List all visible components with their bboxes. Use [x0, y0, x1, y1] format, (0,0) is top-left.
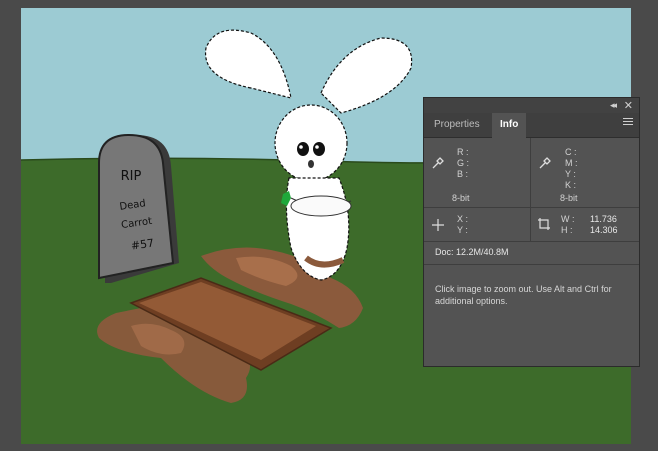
tombstone-line-1: RIP: [121, 169, 142, 184]
h-label: H :: [561, 225, 573, 235]
r-label: R :: [457, 147, 469, 157]
y-coord-label: Y :: [457, 225, 468, 235]
y-label: Y :: [565, 169, 576, 179]
crosshair-icon: [432, 219, 444, 231]
h-value: 14.306: [590, 225, 618, 235]
tab-properties[interactable]: Properties: [426, 113, 488, 137]
divider: [530, 208, 531, 241]
x-label: X :: [457, 214, 469, 224]
info-panel: ◂◂ ✕ Properties Info R : G : B : 8-bit C…: [423, 97, 640, 367]
k-label: K :: [565, 180, 577, 190]
w-value: 11.736: [590, 214, 617, 224]
position-size-row: X : Y : W : 11.736 H : 14.306: [424, 208, 639, 242]
doc-size: Doc: 12.2M/40.8M: [435, 247, 509, 257]
panel-tabbar: Properties Info: [424, 113, 639, 138]
rgb-bit-depth: 8-bit: [452, 193, 470, 203]
close-icon[interactable]: ✕: [624, 99, 633, 112]
panel-titlebar: ◂◂ ✕: [424, 98, 639, 113]
divider: [530, 138, 531, 207]
eyedropper-icon: [432, 157, 444, 169]
eyedropper-icon: [539, 157, 551, 169]
g-label: G :: [457, 158, 470, 168]
w-label: W :: [561, 214, 575, 224]
c-label: C :: [565, 147, 577, 157]
tombstone: RIP Dead Carrot #57: [98, 133, 179, 283]
doc-size-row: Doc: 12.2M/40.8M: [424, 242, 639, 265]
tab-info[interactable]: Info: [492, 113, 527, 138]
cmyk-bit-depth: 8-bit: [560, 193, 578, 203]
collapse-icon[interactable]: ◂◂: [610, 100, 617, 111]
info-hint: Click image to zoom out. Use Alt and Ctr…: [435, 284, 612, 306]
m-label: M :: [565, 158, 578, 168]
color-readout-row: R : G : B : 8-bit C : M : Y : K : 8-bit: [424, 138, 639, 208]
b-label: B :: [457, 169, 469, 179]
panel-menu-icon[interactable]: [623, 118, 633, 127]
selection-size-icon: [538, 218, 550, 230]
